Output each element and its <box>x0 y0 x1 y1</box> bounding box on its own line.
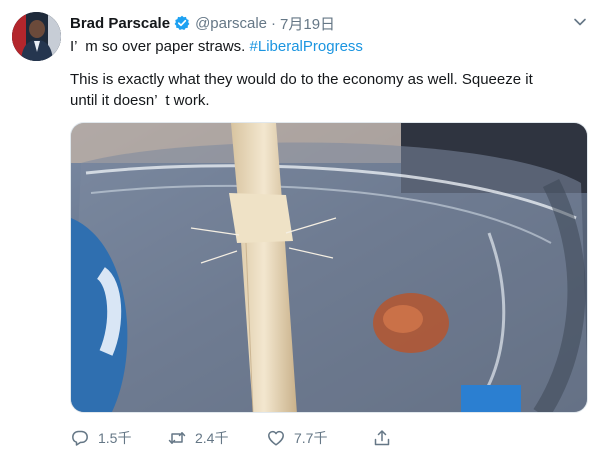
reply-count: 1.5千 <box>98 430 132 446</box>
author-name[interactable]: Brad Parscale <box>70 15 170 32</box>
hashtag-link[interactable]: #LiberalProgress <box>250 38 363 55</box>
retweet-icon <box>168 432 186 444</box>
author-handle[interactable]: @parscale <box>195 15 267 32</box>
tweet-photo[interactable] <box>70 122 588 413</box>
tweet-text-part: I’ m so over paper straws. <box>70 38 250 55</box>
share-button[interactable] <box>372 428 400 448</box>
retweet-button[interactable]: 2.4千 <box>167 428 266 448</box>
share-icon <box>374 430 390 446</box>
reply-icon <box>72 430 88 446</box>
separator-dot: · <box>271 14 277 32</box>
tweet-card[interactable]: Brad Parscale @parscale · 7月19日 I’ m so … <box>0 0 600 461</box>
chevron-down-icon[interactable] <box>572 14 588 30</box>
avatar[interactable] <box>12 12 61 61</box>
verified-badge-icon <box>174 15 190 31</box>
like-icon <box>268 430 284 446</box>
reply-button[interactable]: 1.5千 <box>70 428 167 448</box>
tweet-text-line-1: I’ m so over paper straws. #LiberalProgr… <box>70 36 585 57</box>
tweet-text: I’ m so over paper straws. #LiberalProgr… <box>70 36 585 111</box>
tweet-date[interactable]: 7月19日 <box>280 13 335 34</box>
tweet-text-line-3: until it doesn’ t work. <box>70 92 210 109</box>
like-count: 7.7千 <box>294 430 328 446</box>
like-button[interactable]: 7.7千 <box>266 428 372 448</box>
retweet-count: 2.4千 <box>195 430 229 446</box>
tweet-actions: 1.5千 2.4千 7.7千 <box>70 428 400 448</box>
tweet-header: Brad Parscale @parscale · 7月19日 <box>70 12 588 34</box>
tweet-text-line-2: This is exactly what they would do to th… <box>70 71 533 88</box>
